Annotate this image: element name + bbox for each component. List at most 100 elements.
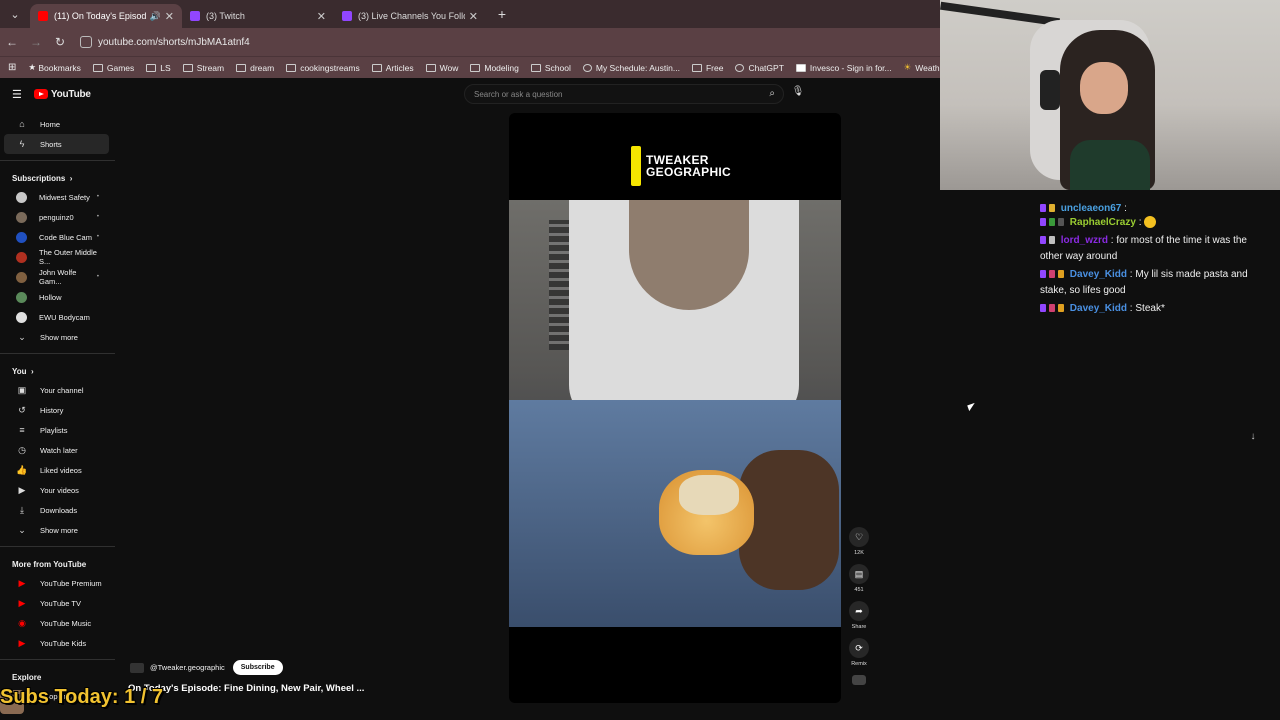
video-frame[interactable]: [509, 200, 841, 627]
bookmark-item[interactable]: School: [530, 63, 571, 73]
remix-action[interactable]: ⟳ Remix: [846, 638, 872, 667]
subscription-item[interactable]: Code Blue Cam •: [4, 227, 109, 247]
comment-icon[interactable]: ▤: [849, 564, 869, 584]
subscribe-button[interactable]: Subscribe: [232, 660, 283, 675]
you-header[interactable]: You ›: [0, 362, 115, 380]
sidebar-item-label: Your channel: [40, 385, 84, 395]
sidebar-item-youtube-premium[interactable]: ▶ YouTube Premium: [4, 573, 109, 593]
badge-icon: [1040, 204, 1046, 213]
comment-action[interactable]: ▤ 451: [846, 564, 872, 593]
sidebar-item-youtube-kids[interactable]: ▶ YouTube Kids: [4, 633, 109, 653]
remix-icon[interactable]: ⟳: [849, 638, 869, 658]
tweaker-geographic-logo: TWEAKER GEOGRAPHIC: [631, 146, 731, 186]
bookmark-item[interactable]: dream: [236, 63, 274, 73]
short-video-player[interactable]: TWEAKER GEOGRAPHIC: [509, 113, 841, 703]
bookmark-item[interactable]: ChatGPT: [735, 63, 784, 73]
subscription-item[interactable]: EWU Bodycam: [4, 307, 109, 327]
chat-username[interactable]: RaphaelCrazy: [1070, 217, 1136, 228]
like-action[interactable]: ♡ 12K: [846, 527, 872, 556]
search-icon[interactable]: ⌕: [769, 88, 775, 99]
subscriptions-header[interactable]: Subscriptions ›: [0, 169, 115, 187]
back-icon[interactable]: ←: [0, 35, 24, 49]
bookmark-item[interactable]: Invesco - Sign in for...: [795, 63, 892, 73]
reload-icon[interactable]: ↻: [48, 35, 72, 49]
subscription-item[interactable]: The Outer Middle S...: [4, 247, 109, 267]
chat-username[interactable]: Davey_Kidd: [1070, 303, 1127, 314]
bookmark-item[interactable]: LS: [146, 63, 171, 73]
share-icon[interactable]: ➦: [849, 601, 869, 621]
sidebar-item-youtube-tv[interactable]: ▶ YouTube TV: [4, 593, 109, 613]
forward-icon[interactable]: →: [24, 35, 48, 49]
sidebar-item-label: Your videos: [40, 485, 79, 495]
menu-icon[interactable]: ☰: [12, 88, 22, 101]
sidebar-item-playlists[interactable]: ≡ Playlists: [4, 420, 109, 440]
sidebar-item-your-channel[interactable]: ▣ Your channel: [4, 380, 109, 400]
bookmark-item[interactable]: ★ Bookmarks: [28, 62, 81, 73]
new-tab-button[interactable]: +: [492, 4, 512, 24]
youtube-logo-text[interactable]: YouTube: [51, 89, 91, 100]
sidebar-item-shorts[interactable]: ϟ Shorts: [4, 134, 109, 154]
youtube-music-icon: ◉: [18, 617, 26, 628]
youtube-logo-icon[interactable]: [33, 89, 48, 99]
divider: [0, 546, 115, 547]
invesco-icon: [795, 63, 806, 72]
share-action[interactable]: ➦ Share: [846, 601, 872, 630]
sidebar-item-liked-videos[interactable]: 👍 Liked videos: [4, 460, 109, 480]
tab-search-icon[interactable]: ⌄: [4, 3, 26, 25]
folder-icon: [236, 63, 247, 72]
channel-row: @Tweaker.geographic Subscribe: [130, 660, 283, 675]
bookmark-item[interactable]: Free: [691, 63, 723, 73]
tab-live-channels[interactable]: (3) Live Channels You Follow - T ✕: [334, 4, 486, 28]
show-more-label: Show more: [40, 525, 78, 535]
subscription-item[interactable]: Hollow: [4, 287, 109, 307]
url-field[interactable]: youtube.com/shorts/mJbMA1atnf4: [80, 36, 250, 48]
bookmark-item[interactable]: Modeling: [470, 63, 519, 73]
chat-username[interactable]: lord_wzrd: [1061, 235, 1108, 246]
channel-avatar: [16, 251, 27, 263]
bookmark-item[interactable]: Wow: [425, 63, 458, 73]
search-input[interactable]: Search or ask a question ⌕: [464, 84, 784, 104]
sound-action[interactable]: [846, 675, 872, 685]
sidebar-item-your-videos[interactable]: ▶ Your videos: [4, 480, 109, 500]
sidebar-item-downloads[interactable]: ⤓ Downloads: [4, 500, 109, 520]
subscription-item[interactable]: Midwest Safety •: [4, 187, 109, 207]
sidebar-item-label: YouTube Premium: [40, 578, 102, 588]
bookmark-item[interactable]: cookingstreams: [286, 63, 360, 73]
scroll-down-arrow-icon[interactable]: ↓: [1244, 428, 1262, 446]
subscription-item[interactable]: penguinz0 •: [4, 207, 109, 227]
sidebar-item-watch-later[interactable]: ◷ Watch later: [4, 440, 109, 460]
show-more-button[interactable]: ⌄ Show more: [4, 520, 109, 540]
close-tab-icon[interactable]: ✕: [317, 10, 326, 23]
chat-username[interactable]: Davey_Kidd: [1070, 269, 1127, 280]
tab-youtube[interactable]: (11) On Today's Episode: Fi 🔊 ✕: [30, 4, 182, 28]
tab-twitch[interactable]: (3) Twitch ✕: [182, 4, 334, 28]
close-tab-icon[interactable]: ✕: [469, 10, 478, 23]
channel-avatar[interactable]: [130, 662, 144, 673]
close-tab-icon[interactable]: ✕: [165, 10, 174, 23]
bookmark-item[interactable]: Stream: [182, 63, 224, 73]
sound-thumbnail-icon[interactable]: [852, 675, 866, 685]
chat-username[interactable]: uncleaeon67: [1061, 203, 1122, 213]
microphone-icon[interactable]: 🎙: [790, 86, 806, 102]
bookmark-item[interactable]: Games: [92, 63, 134, 73]
sidebar-item-youtube-music[interactable]: ◉ YouTube Music: [4, 613, 109, 633]
badge-icon: [1058, 218, 1064, 227]
subscription-item[interactable]: John Wolfe Gam... •: [4, 267, 109, 287]
speaker-icon[interactable]: 🔊: [150, 11, 161, 22]
site-info-icon[interactable]: [80, 36, 92, 48]
folder-icon: [92, 63, 103, 72]
apps-icon[interactable]: ⊞: [8, 62, 16, 73]
more-from-youtube-header: More from YouTube: [0, 555, 115, 573]
video-title[interactable]: On Today's Episode: Fine Dining, New Pai…: [128, 683, 364, 694]
channel-name[interactable]: @Tweaker.geographic: [150, 663, 225, 672]
sidebar-item-label: Downloads: [40, 505, 78, 515]
sidebar-item-label: Shorts: [40, 139, 62, 149]
sidebar-item-history[interactable]: ↺ History: [4, 400, 109, 420]
show-more-button[interactable]: ⌄ Show more: [4, 327, 109, 347]
bookmark-item[interactable]: Articles: [371, 63, 414, 73]
heart-icon[interactable]: ♡: [849, 527, 869, 547]
sidebar-item-home[interactable]: ⌂ Home: [4, 114, 109, 134]
bookmark-item[interactable]: My Schedule: Austin...: [582, 63, 680, 73]
live-dot-icon: •: [96, 234, 99, 240]
chat-message: uncleaeon67 :: [1040, 201, 1270, 213]
